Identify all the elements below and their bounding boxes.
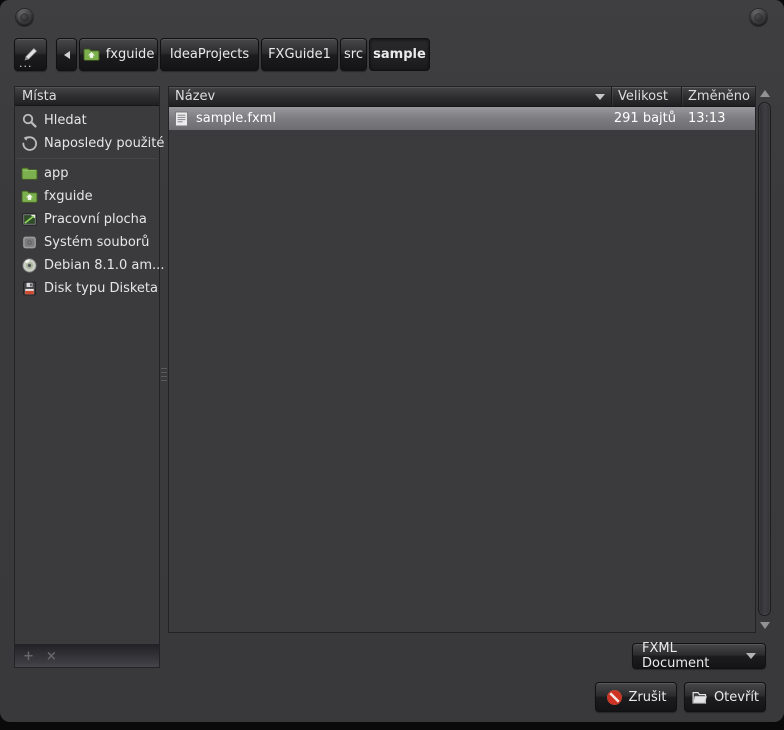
breadcrumb-fxguide1[interactable]: FXGuide1 (261, 38, 338, 71)
file-type-dropdown[interactable]: FXML Document (632, 641, 766, 671)
optical-disc-icon (22, 258, 37, 273)
column-label: Velikost (618, 89, 668, 104)
bookmark-actions-bar: + × (14, 645, 160, 668)
file-name: sample.fxml (196, 111, 276, 126)
breadcrumb-label: IdeaProjects (169, 47, 250, 62)
sidebar-item-search[interactable]: Hledat (15, 109, 159, 132)
open-label: Otevřít (713, 689, 760, 705)
cancel-icon (606, 689, 622, 705)
sidebar-item-label: Naposledy použité (44, 136, 165, 151)
ellipsis-label: ... (19, 57, 33, 70)
file-size: 291 bajtů (613, 111, 676, 126)
sidebar-item-debian-disc[interactable]: Debian 8.1.0 am... (15, 254, 164, 277)
vertical-scrollbar[interactable] (757, 86, 773, 633)
splitter-grip-icon (161, 368, 167, 382)
file-list-panel: Název Velikost Změněno sample.fxml 291 b… (168, 86, 756, 633)
column-header-size[interactable]: Velikost (611, 87, 681, 106)
folder-icon (21, 167, 38, 180)
sidebar-item-app[interactable]: app (15, 162, 159, 185)
remove-bookmark-button[interactable]: × (46, 650, 57, 663)
sidebar-item-home-fxguide[interactable]: fxguide (15, 185, 159, 208)
cancel-label: Zrušit (628, 689, 667, 705)
sidebar-item-label: Pracovní plocha (44, 212, 147, 227)
places-header: Místa (15, 87, 159, 106)
file-type-value: FXML Document (642, 641, 710, 671)
breadcrumb-ideaprojects[interactable]: IdeaProjects (160, 38, 259, 71)
sidebar-item-label: Systém souborů (44, 235, 150, 250)
file-list-header: Název Velikost Změněno (169, 87, 755, 107)
sidebar-item-filesystem[interactable]: Systém souborů (15, 231, 159, 254)
orb-dot (754, 13, 763, 22)
breadcrumb-label: sample (373, 47, 426, 62)
sidebar-item-label: Debian 8.1.0 am... (44, 258, 165, 273)
floppy-icon (23, 281, 36, 296)
filesystem-icon (23, 236, 36, 249)
home-folder-icon (21, 190, 38, 203)
places-title: Místa (22, 88, 57, 104)
scroll-up-icon[interactable] (760, 90, 770, 97)
recent-icon (22, 136, 37, 151)
breadcrumb-label: FXGuide1 (268, 47, 331, 62)
column-header-modified[interactable]: Změněno (681, 87, 755, 106)
file-modified: 13:13 (688, 111, 726, 126)
document-icon (175, 111, 188, 126)
breadcrumb-label: src (344, 47, 363, 62)
breadcrumb-src[interactable]: src (340, 38, 367, 71)
search-icon (22, 113, 37, 128)
scrollbar-thumb[interactable] (758, 102, 771, 616)
file-row-selected[interactable]: sample.fxml 291 bajtů 13:13 (169, 107, 755, 130)
path-toolbar: ... fxguide IdeaProjects FXGuide1 src sa… (0, 34, 784, 74)
cancel-button[interactable]: Zrušit (595, 682, 677, 712)
breadcrumb-label: fxguide (105, 47, 155, 62)
home-folder-icon (83, 48, 100, 61)
file-chooser-dialog: ... fxguide IdeaProjects FXGuide1 src sa… (0, 0, 784, 722)
breadcrumb-sample-current[interactable]: sample (369, 38, 430, 71)
column-header-name[interactable]: Název (169, 87, 611, 106)
window-left-orb-button[interactable] (15, 8, 34, 27)
sidebar-separator (17, 158, 157, 159)
window-right-orb-button[interactable] (749, 8, 768, 27)
sort-descending-icon (595, 93, 605, 100)
sidebar-item-floppy[interactable]: Disk typu Disketa (15, 277, 159, 300)
sidebar-item-label: fxguide (44, 189, 93, 204)
chevron-down-icon (746, 653, 756, 659)
type-location-button[interactable]: ... (14, 38, 47, 71)
breadcrumb-fxguide[interactable]: fxguide (79, 38, 158, 71)
desktop-icon (22, 213, 37, 226)
column-label: Změněno (688, 89, 750, 104)
sidebar-item-label: app (44, 166, 69, 181)
back-button[interactable] (56, 38, 77, 71)
open-button[interactable]: Otevřít (684, 682, 766, 712)
orb-dot (20, 13, 29, 22)
scroll-down-icon[interactable] (760, 622, 770, 629)
column-label: Název (175, 89, 216, 104)
sidebar-item-label: Disk typu Disketa (44, 281, 158, 296)
sidebar-item-label: Hledat (44, 113, 87, 128)
add-bookmark-button[interactable]: + (23, 650, 34, 663)
places-sidebar: Místa Hledat Naposledy použité app fxgui… (14, 86, 164, 645)
back-arrow-icon (63, 50, 70, 59)
open-folder-icon (692, 691, 708, 704)
sidebar-item-recently-used[interactable]: Naposledy použité (15, 132, 164, 155)
pane-splitter[interactable] (160, 86, 168, 633)
sidebar-item-desktop[interactable]: Pracovní plocha (15, 208, 159, 231)
